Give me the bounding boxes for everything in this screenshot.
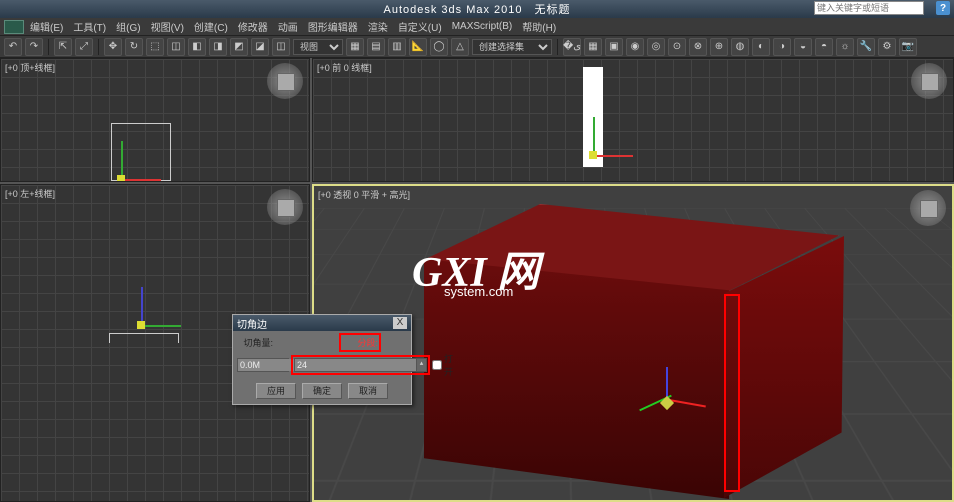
title-bar: Autodesk 3ds Max 2010 无标题 ? [0,0,954,18]
view-select[interactable]: 视图 [293,39,343,55]
viewcube-icon[interactable] [267,63,303,99]
tool-icon[interactable]: ◪ [251,38,269,56]
tool-icon[interactable]: ⊕ [710,38,728,56]
viewport-label[interactable]: [+0 透视 0 平滑 + 高光] [318,188,410,201]
menu-modifier[interactable]: 修改器 [234,19,272,34]
tool-icon[interactable]: ◑ [773,38,791,56]
viewport-label[interactable]: [+0 前 0 线框] [317,61,372,74]
tool-icon[interactable]: ⚙ [878,38,896,56]
viewport-top[interactable]: [+0 顶+线框] [0,58,310,182]
tool-icon[interactable]: ▣ [605,38,623,56]
ok-button[interactable]: 确定 [302,383,342,399]
apply-button[interactable]: 应用 [256,383,296,399]
viewport-label[interactable]: [+0 顶+线框] [5,61,55,74]
menu-custom[interactable]: 自定义(U) [394,19,446,34]
segments-input[interactable] [295,359,416,371]
rotate-icon[interactable]: ⬚ [146,38,164,56]
cancel-button[interactable]: 取消 [348,383,388,399]
tool-icon[interactable]: ◫ [272,38,290,56]
menu-tools[interactable]: 工具(T) [69,19,110,34]
app-title: Autodesk 3ds Max 2010 无标题 [383,1,570,17]
viewport-label[interactable]: [+0 左+线框] [5,187,55,200]
unlink-icon[interactable]: ⤢ [75,38,93,56]
transform-gizmo[interactable] [121,285,181,345]
chamfer-dialog[interactable]: 切角边 X 切角量: 分段: ▴ ▴ 打开 [232,314,412,405]
menu-create[interactable]: 创建(C) [190,19,232,34]
spin-up-icon[interactable]: ▴ [416,359,426,371]
scale-icon[interactable]: ◫ [167,38,185,56]
tool-icon[interactable]: ◯ [430,38,448,56]
menu-view[interactable]: 视图(V) [147,19,188,34]
open-checkbox-input[interactable] [432,360,442,370]
chamfer-amount-spinner[interactable]: ▴ [237,358,289,372]
menu-render[interactable]: 渲染 [364,19,392,34]
undo-icon[interactable]: ↶ [4,38,22,56]
menu-help[interactable]: 帮助(H) [518,19,560,34]
tool-icon[interactable]: ▤ [367,38,385,56]
tool-icon[interactable]: ☼ [836,38,854,56]
viewport-container: [+0 顶+线框] [+0 前 0 线框] [+0 左+线框] [+0 透视 0… [0,58,954,502]
menu-bar: 编辑(E) 工具(T) 组(G) 视图(V) 创建(C) 修改器 动画 图形编辑… [0,18,954,36]
transform-gizmo[interactable] [656,372,706,422]
close-icon[interactable]: X [393,317,407,329]
viewport-front[interactable]: [+0 前 0 线框] [312,58,954,182]
dialog-titlebar[interactable]: 切角边 X [233,315,411,331]
dialog-title-text: 切角边 [237,316,267,331]
tool-icon[interactable]: ⊗ [689,38,707,56]
segments-spinner[interactable]: ▴ [294,358,427,372]
tool-icon[interactable]: ▦ [346,38,364,56]
tool-icon[interactable]: ◒ [794,38,812,56]
transform-gizmo[interactable] [573,115,633,175]
viewcube-icon[interactable] [911,63,947,99]
tool-icon[interactable]: ◉ [626,38,644,56]
viewcube-icon[interactable] [910,190,946,226]
tool-icon[interactable]: ◎ [647,38,665,56]
help-icon[interactable]: ? [936,1,950,15]
select-icon[interactable]: ✥ [104,38,122,56]
tool-icon[interactable]: 🔧 [857,38,875,56]
open-checkbox[interactable]: 打开 [432,352,453,378]
transform-gizmo[interactable] [101,139,161,182]
tool-icon[interactable]: 📷 [899,38,917,56]
link-icon[interactable]: ⇱ [54,38,72,56]
tool-icon[interactable]: 📐 [409,38,427,56]
viewcube-icon[interactable] [267,189,303,225]
tool-icon[interactable]: �ی [563,38,581,56]
tool-icon[interactable]: ▥ [388,38,406,56]
segments-label: 分段: [342,336,378,349]
menu-anim[interactable]: 动画 [274,19,302,34]
tool-icon[interactable]: ◓ [815,38,833,56]
tool-icon[interactable]: ◐ [752,38,770,56]
menu-group[interactable]: 组(G) [112,19,144,34]
redo-icon[interactable]: ↷ [25,38,43,56]
move-icon[interactable]: ↻ [125,38,143,56]
tool-icon[interactable]: ◍ [731,38,749,56]
tool-icon[interactable]: ◧ [188,38,206,56]
selectionset-select[interactable]: 创建选择集 [472,39,552,55]
open-checkbox-label: 打开 [444,352,453,378]
chamfer-amount-label: 切角量: [237,336,273,349]
search-input[interactable] [814,1,924,15]
main-toolbar: ↶ ↷ ⇱ ⤢ ✥ ↻ ⬚ ◫ ◧ ◨ ◩ ◪ ◫ 视图 ▦ ▤ ▥ 📐 ◯ △… [0,36,954,58]
app-icon[interactable] [4,20,24,34]
menu-edit[interactable]: 编辑(E) [26,19,67,34]
tool-icon[interactable]: ◨ [209,38,227,56]
selected-edge-highlight [724,294,740,492]
tool-icon[interactable]: △ [451,38,469,56]
menu-graph[interactable]: 图形编辑器 [304,19,362,34]
tool-icon[interactable]: ◩ [230,38,248,56]
tool-icon[interactable]: ▦ [584,38,602,56]
tool-icon[interactable]: ⊙ [668,38,686,56]
menu-script[interactable]: MAXScript(B) [448,21,517,32]
3d-box-object[interactable] [419,204,844,494]
